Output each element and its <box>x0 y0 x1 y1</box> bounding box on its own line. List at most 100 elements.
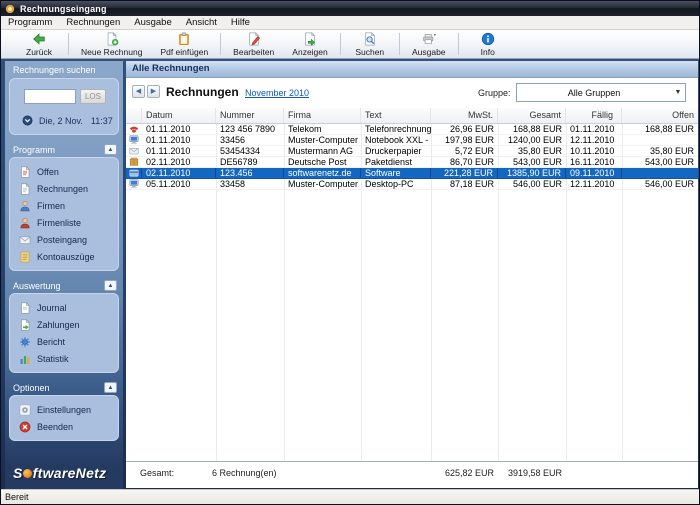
total-label: Gesamt: <box>140 468 175 478</box>
package-icon <box>129 157 139 166</box>
edit-pencil-icon <box>249 31 260 45</box>
column-gesamt[interactable]: Gesamt <box>498 108 566 123</box>
table-row[interactable]: 02.11.2010 DE56789 Deutsche Post Paketdi… <box>126 157 698 168</box>
table-title: Rechnungen <box>166 85 239 99</box>
sidebar-item-zahlungen[interactable]: Zahlungen <box>10 316 118 333</box>
search-icon <box>365 31 375 45</box>
computer-icon <box>129 135 139 145</box>
panel-header: Alle Rechnungen <box>126 61 698 78</box>
table-body: 01.11.2010 123 456 7890 Telekom Telefonr… <box>126 124 698 461</box>
table-row[interactable]: 01.11.2010 123 456 7890 Telekom Telefonr… <box>126 124 698 135</box>
menu-ansicht[interactable]: Ansicht <box>179 16 224 29</box>
show-button[interactable]: Anzeigen <box>283 30 336 58</box>
menu-rechnungen[interactable]: Rechnungen <box>59 16 127 29</box>
new-invoice-label: Neue Rechnung <box>81 46 143 57</box>
column-firma[interactable]: Firma <box>284 108 361 123</box>
column-nummer[interactable]: Nummer <box>216 108 284 123</box>
toolbar-separator <box>398 33 400 55</box>
search-section-label: Rechnungen suchen <box>13 65 96 75</box>
app-icon <box>5 4 15 13</box>
gear-icon <box>19 403 31 416</box>
los-button[interactable]: LOS <box>80 89 106 104</box>
table-row-selected[interactable]: 02.11.2010 123.456 softwarenetz.de Softw… <box>126 168 698 179</box>
auswertung-panel: Journal Zahlungen Bericht Statistik <box>9 293 119 373</box>
logo-dot-icon <box>23 469 33 478</box>
output-button[interactable]: Ausgabe <box>403 30 455 58</box>
close-icon <box>19 421 31 432</box>
sidebar-item-bericht[interactable]: Bericht <box>10 333 118 350</box>
insert-pdf-button[interactable]: Pdf einfügen <box>151 30 217 58</box>
info-button[interactable]: Info <box>462 30 514 58</box>
toolbar: Zurück Neue Rechnung Pdf einfügen Bearbe… <box>1 30 699 59</box>
section-title: Optionen <box>13 382 50 393</box>
clipboard-icon <box>179 32 190 45</box>
table-subheader: ◀ ▶ Rechnungen November 2010 Gruppe: All… <box>126 78 698 108</box>
info-icon <box>481 32 494 45</box>
invoice-count: 6 Rechnung(en) <box>212 468 277 478</box>
document-icon <box>21 165 30 178</box>
clock-dropdown-icon[interactable] <box>22 115 33 126</box>
collapse-button[interactable]: ▲ <box>104 280 117 291</box>
title-bar: Rechnungseingang <box>1 1 699 16</box>
sidebar-item-kontoauszuege[interactable]: Kontoauszüge <box>10 248 118 265</box>
app-window: Rechnungseingang Programm Rechnungen Aus… <box>0 0 700 505</box>
info-label: Info <box>480 46 495 57</box>
column-faellig[interactable]: Fällig <box>566 108 622 123</box>
section-title: Programm <box>13 144 56 155</box>
toolbar-separator <box>339 33 341 55</box>
back-button[interactable]: Zurück <box>13 30 65 58</box>
edit-button[interactable]: Bearbeiten <box>224 30 283 58</box>
edit-label: Bearbeiten <box>233 46 275 57</box>
group-select[interactable]: Alle Gruppen ▼ <box>516 83 686 102</box>
menu-hilfe[interactable]: Hilfe <box>224 16 257 29</box>
sidebar-item-firmenliste[interactable]: Firmenliste <box>10 214 118 231</box>
sidebar-item-firmen[interactable]: Firmen <box>10 197 118 214</box>
person-icon <box>20 200 30 211</box>
collapse-button[interactable]: ▲ <box>104 382 117 393</box>
back-label: Zurück <box>26 46 52 57</box>
document-icon <box>21 182 30 195</box>
table-footer: Gesamt: 6 Rechnung(en) 625,82 EUR 3919,5… <box>126 461 698 488</box>
new-document-icon <box>107 31 119 45</box>
sidebar-item-posteingang[interactable]: Posteingang <box>10 231 118 248</box>
table-row[interactable]: 01.11.2010 33456 Muster-Computer Noteboo… <box>126 135 698 146</box>
column-datum[interactable]: Datum <box>142 108 216 123</box>
ledger-icon <box>20 251 30 262</box>
prev-month-button[interactable]: ◀ <box>132 85 145 98</box>
search-input[interactable] <box>24 89 76 104</box>
toolbar-separator <box>220 33 222 55</box>
new-invoice-button[interactable]: Neue Rechnung <box>72 30 151 58</box>
menu-ausgabe[interactable]: Ausgabe <box>127 16 179 29</box>
card-icon <box>129 169 138 177</box>
softwarenetz-logo: SftwareNetz <box>13 465 107 481</box>
column-text[interactable]: Text <box>361 108 431 123</box>
collapse-button[interactable]: ▲ <box>104 144 117 155</box>
next-month-button[interactable]: ▶ <box>147 85 160 98</box>
section-header-auswertung: Auswertung ▲ <box>5 277 123 293</box>
chevron-down-icon: ▼ <box>674 89 682 96</box>
journal-icon <box>21 301 30 314</box>
sidebar-item-journal[interactable]: Journal <box>10 299 118 316</box>
toolbar-separator <box>457 33 459 55</box>
menu-programm[interactable]: Programm <box>1 16 59 29</box>
sidebar-item-statistik[interactable]: Statistik <box>10 350 118 367</box>
column-mwst[interactable]: MwSt. <box>431 108 498 123</box>
programm-panel: Offen Rechnungen Firmen Firmenliste Post… <box>9 157 119 271</box>
envelope-icon <box>129 148 139 155</box>
section-header-programm: Programm ▲ <box>5 141 123 157</box>
sidebar-item-einstellungen[interactable]: Einstellungen <box>10 401 118 418</box>
bar-chart-icon <box>20 355 30 364</box>
phone-icon <box>129 126 139 133</box>
column-icon <box>126 108 142 123</box>
sidebar-item-beenden[interactable]: Beenden <box>10 418 118 435</box>
sidebar-item-offen[interactable]: Offen <box>10 163 118 180</box>
search-button[interactable]: Suchen <box>344 30 396 58</box>
table-header: Datum Nummer Firma Text MwSt. Gesamt Fäl… <box>126 108 698 124</box>
table-row[interactable]: 01.11.2010 53454334 Mustermann AG Drucke… <box>126 146 698 157</box>
table-row[interactable]: 05.11.2010 33458 Muster-Computer Desktop… <box>126 179 698 190</box>
column-offen[interactable]: Offen <box>622 108 698 123</box>
sidebar-item-rechnungen[interactable]: Rechnungen <box>10 180 118 197</box>
period-link[interactable]: November 2010 <box>245 88 309 98</box>
search-label: Suchen <box>355 46 385 57</box>
gesamt-total: 3919,58 EUR <box>507 468 562 478</box>
